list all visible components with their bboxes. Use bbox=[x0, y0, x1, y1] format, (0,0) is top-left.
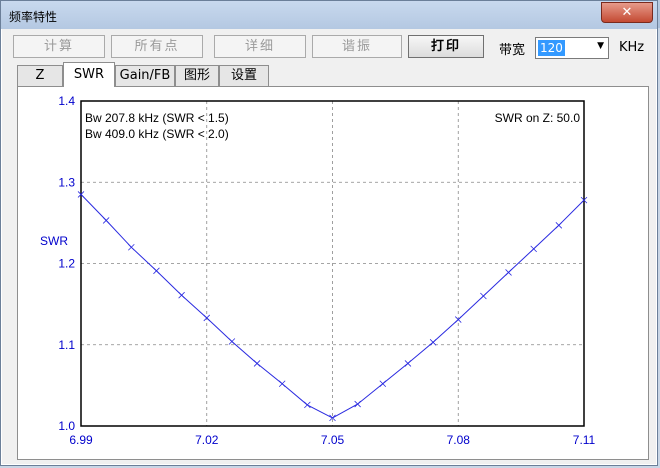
x-tick-label: 7.11 bbox=[573, 433, 596, 447]
bandwidth-select[interactable]: 120 ▼ bbox=[535, 37, 609, 59]
swr-data-point bbox=[354, 400, 361, 408]
window-title: 频率特性 bbox=[9, 10, 58, 24]
x-tick-label: 7.08 bbox=[447, 433, 471, 447]
swr-data-point bbox=[505, 269, 512, 276]
y-tick-label: 1.4 bbox=[58, 94, 75, 108]
bandwidth-label: 带宽 bbox=[499, 43, 526, 58]
swr-data-point bbox=[153, 267, 160, 275]
tab-gain-fb[interactable]: Gain/FB bbox=[115, 65, 175, 86]
swr-data-point bbox=[379, 380, 387, 388]
chevron-down-icon[interactable]: ▼ bbox=[597, 41, 604, 51]
unit-label: KHz bbox=[619, 40, 645, 55]
tab-graph[interactable]: 图形 bbox=[175, 65, 219, 86]
close-button[interactable]: ✕ bbox=[601, 2, 653, 23]
swr-data-point bbox=[102, 217, 110, 224]
x-tick-label: 6.99 bbox=[69, 433, 93, 447]
y-tick-label: 1.0 bbox=[58, 419, 75, 433]
swr-chart: 1.0 1.1 1.2 1.3 1.4 6.99 7.02 7.05 7.08 7.11 SWR… bbox=[40, 94, 596, 447]
resonance-button[interactable]: 谐振 bbox=[312, 35, 402, 58]
swr-data-point bbox=[480, 292, 487, 300]
tab-z[interactable]: Z bbox=[17, 65, 63, 86]
tab-swr[interactable]: SWR bbox=[63, 62, 115, 87]
swr-data-point bbox=[178, 291, 185, 299]
calculate-button[interactable]: 计算 bbox=[13, 35, 105, 58]
y-tick-label: 1.3 bbox=[58, 175, 75, 189]
swr-data-point bbox=[278, 380, 286, 388]
swr-data-point bbox=[429, 339, 437, 346]
swr-data-point bbox=[253, 360, 261, 367]
all-points-button[interactable]: 所有点 bbox=[111, 35, 203, 58]
bandwidth-value: 120 bbox=[538, 40, 565, 56]
swr-data-point bbox=[228, 338, 236, 345]
swr-data-point bbox=[203, 314, 211, 322]
print-button[interactable]: 打印 bbox=[408, 35, 484, 58]
bandwidth-annotation-2: Bw 409.0 kHz (SWR < 2.0) bbox=[85, 127, 229, 141]
x-tick-label: 7.05 bbox=[321, 433, 345, 447]
client-area: 计算 所有点 详细 谐振 打印 带宽 120 ▼ KHz Z SWR Gain/… bbox=[7, 29, 651, 461]
details-button[interactable]: 详细 bbox=[214, 35, 306, 58]
reference-impedance-annotation: SWR on Z: 50.0 bbox=[495, 111, 581, 125]
swr-data-point bbox=[128, 243, 135, 251]
swr-data-point bbox=[404, 360, 412, 367]
title-bar[interactable]: 频率特性 ✕ bbox=[1, 1, 657, 29]
swr-data-point bbox=[555, 222, 563, 229]
swr-data-point bbox=[304, 401, 311, 409]
tab-settings[interactable]: 设置 bbox=[219, 65, 269, 86]
swr-tab-panel: 1.0 1.1 1.2 1.3 1.4 6.99 7.02 7.05 7.08 7.11 SWR… bbox=[17, 86, 649, 460]
swr-data-point bbox=[530, 245, 537, 253]
frequency-response-window: 频率特性 ✕ 计算 所有点 详细 谐振 打印 带宽 120 ▼ KHz Z SW… bbox=[0, 0, 658, 466]
y-tick-label: 1.2 bbox=[58, 257, 75, 271]
y-axis-label: SWR bbox=[40, 234, 68, 248]
y-tick-label: 1.1 bbox=[58, 338, 75, 352]
x-tick-label: 7.02 bbox=[195, 433, 219, 447]
bandwidth-annotation-1: Bw 207.8 kHz (SWR < 1.5) bbox=[85, 111, 229, 125]
